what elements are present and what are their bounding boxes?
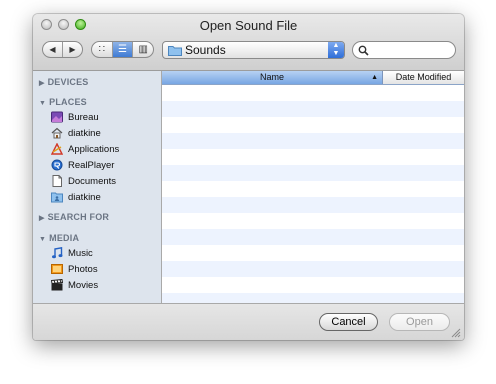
sidebar-item-movies[interactable]: Movies [51, 279, 98, 291]
table-row [162, 117, 464, 133]
music-note-icon [52, 247, 63, 259]
window-title: Open Sound File [199, 18, 298, 33]
location-label: Sounds [185, 43, 226, 57]
popup-stepper-icon: ▲ ▼ [328, 42, 344, 58]
column-header-label: Name [259, 72, 284, 82]
title-bar[interactable]: Open Sound File [33, 14, 464, 36]
column-header-date-modified[interactable]: Date Modified [383, 71, 464, 84]
sidebar-item-label: Bureau [68, 111, 99, 123]
sidebar-section-label: DEVICES [47, 77, 89, 87]
table-row [162, 213, 464, 229]
table-row [162, 165, 464, 181]
sidebar-section-label: PLACES [49, 97, 87, 107]
cancel-button[interactable]: Cancel [319, 313, 378, 331]
back-forward-control: ◀ ▶ [42, 41, 83, 58]
resize-grip-icon[interactable] [451, 328, 461, 338]
toolbar: Open Sound File ◀ ▶ ∷ ☰ ▥ Sounds ▲ ▼ [33, 14, 464, 71]
table-row [162, 277, 464, 293]
sidebar-section-search-for[interactable]: ▶ SEARCH FOR [39, 212, 109, 222]
sidebar-item-realplayer[interactable]: RealPlayer [51, 159, 114, 171]
sidebar-item-photos[interactable]: Photos [51, 263, 98, 275]
sidebar-item-label: diatkine [68, 127, 101, 139]
open-dialog-window: Open Sound File ◀ ▶ ∷ ☰ ▥ Sounds ▲ ▼ ▶ D… [33, 14, 464, 340]
file-list-rows [162, 85, 464, 303]
view-mode-control: ∷ ☰ ▥ [91, 41, 154, 58]
table-row [162, 133, 464, 149]
column-view-button[interactable]: ▥ [132, 42, 153, 57]
table-row [162, 245, 464, 261]
dialog-button-bar: Cancel Open [33, 303, 464, 340]
search-input[interactable] [371, 43, 455, 58]
sidebar-item-home[interactable]: diatkine [51, 127, 101, 139]
sidebar-section-devices[interactable]: ▶ DEVICES [39, 77, 89, 87]
sidebar-item-music[interactable]: Music [51, 247, 93, 259]
list-view-button[interactable]: ☰ [111, 42, 133, 57]
desktop-icon [51, 111, 63, 123]
back-button[interactable]: ◀ [43, 42, 62, 57]
table-row [162, 229, 464, 245]
home-icon [51, 127, 63, 139]
disclosure-expanded-icon: ▼ [39, 236, 47, 243]
sidebar-section-places[interactable]: ▼ PLACES [39, 97, 87, 107]
sidebar-section-label: SEARCH FOR [47, 212, 110, 222]
column-header-name[interactable]: Name ▲ [162, 71, 383, 84]
sidebar-item-applications[interactable]: Applications [51, 143, 119, 155]
disclosure-collapsed-icon: ▶ [39, 215, 45, 222]
table-row [162, 101, 464, 117]
disclosure-collapsed-icon: ▶ [39, 80, 45, 87]
search-icon [358, 45, 369, 56]
sidebar-item-label: Documents [68, 175, 117, 187]
table-row [162, 149, 464, 165]
sidebar-item-label: diatkine [68, 191, 101, 203]
sidebar-item-label: Music [68, 247, 93, 259]
icon-view-button[interactable]: ∷ [92, 42, 112, 57]
column-header-label: Date Modified [395, 72, 452, 82]
sidebar-item-label: Applications [68, 143, 120, 155]
sidebar-item-bureau[interactable]: Bureau [51, 111, 99, 123]
sidebar-section-media[interactable]: ▼ MEDIA [39, 233, 79, 243]
sidebar: ▶ DEVICES ▼ PLACES Bureau diatkine Appli… [33, 71, 162, 303]
clapperboard-icon [51, 279, 63, 291]
sidebar-item-label: Movies [68, 279, 99, 291]
table-row [162, 293, 464, 303]
table-row [162, 261, 464, 277]
open-button[interactable]: Open [389, 313, 450, 331]
file-list[interactable]: Name ▲ Date Modified [162, 71, 464, 303]
sort-ascending-icon: ▲ [371, 74, 378, 81]
sidebar-item-label: RealPlayer [68, 159, 115, 171]
disclosure-expanded-icon: ▼ [39, 100, 47, 107]
table-row [162, 197, 464, 213]
documents-icon [52, 175, 62, 187]
sidebar-item-documents[interactable]: Documents [51, 175, 116, 187]
photos-icon [51, 264, 63, 274]
applications-icon [51, 143, 63, 155]
sidebar-item-diatkine-folder[interactable]: diatkine [51, 191, 101, 203]
stepper-up-icon: ▲ [332, 42, 340, 49]
location-popup[interactable]: Sounds ▲ ▼ [162, 41, 345, 59]
table-row [162, 181, 464, 197]
search-field[interactable] [352, 41, 456, 59]
forward-button[interactable]: ▶ [62, 42, 82, 57]
user-folder-icon [51, 192, 63, 203]
realplayer-icon [51, 159, 63, 171]
stepper-down-icon: ▼ [332, 50, 340, 57]
sidebar-section-label: MEDIA [49, 233, 80, 243]
column-headers: Name ▲ Date Modified [162, 71, 464, 85]
table-row [162, 85, 464, 101]
sidebar-item-label: Photos [68, 263, 98, 275]
folder-icon [168, 46, 182, 56]
